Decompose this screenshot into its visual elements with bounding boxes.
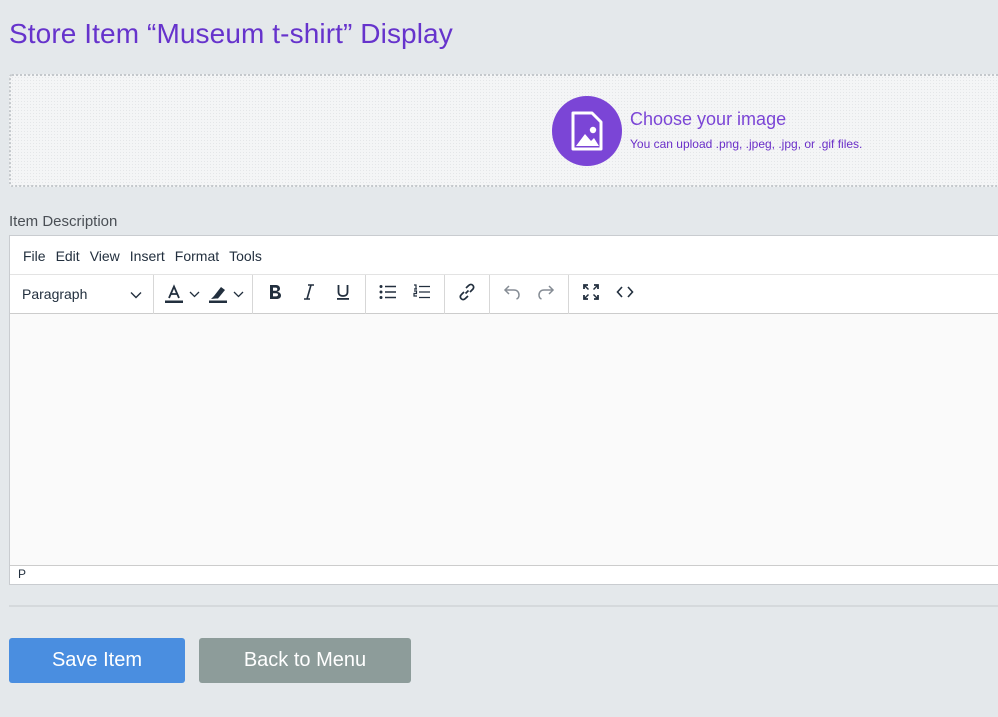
block-format-value: Paragraph xyxy=(22,286,88,302)
undo-button[interactable] xyxy=(495,279,529,309)
image-upload-dropzone[interactable]: Choose your image You can upload .png, .… xyxy=(9,74,998,187)
link-icon xyxy=(457,282,477,307)
chevron-down-icon[interactable] xyxy=(187,279,201,309)
menu-view[interactable]: View xyxy=(88,248,128,264)
save-item-button[interactable]: Save Item xyxy=(9,638,185,683)
highlight-color-icon xyxy=(205,279,231,309)
underline-button[interactable] xyxy=(326,279,360,309)
upload-hint: You can upload .png, .jpeg, .jpg, or .gi… xyxy=(630,137,863,151)
link-button[interactable] xyxy=(450,279,484,309)
element-path[interactable]: P xyxy=(18,567,26,581)
undo-icon xyxy=(503,283,521,306)
underline-icon xyxy=(335,283,351,306)
chevron-down-icon xyxy=(130,286,142,302)
upload-title[interactable]: Choose your image xyxy=(630,109,786,130)
rich-text-editor: File Edit View Insert Format Tools Parag… xyxy=(9,235,998,585)
menu-edit[interactable]: Edit xyxy=(54,248,88,264)
editor-toolbar: Paragraph xyxy=(10,274,998,314)
bold-icon xyxy=(267,283,283,306)
redo-icon xyxy=(537,283,555,306)
page-title: Store Item “Museum t-shirt” Display xyxy=(9,18,453,49)
bold-button[interactable] xyxy=(258,279,292,309)
menu-tools[interactable]: Tools xyxy=(227,248,270,264)
editor-content-area[interactable] xyxy=(10,314,998,565)
numbered-list-button[interactable] xyxy=(405,279,439,309)
editor-menubar: File Edit View Insert Format Tools xyxy=(10,236,998,275)
menu-file[interactable]: File xyxy=(13,248,54,264)
highlight-color-button[interactable] xyxy=(203,279,247,309)
fullscreen-button[interactable] xyxy=(574,279,608,309)
redo-button[interactable] xyxy=(529,279,563,309)
text-color-button[interactable] xyxy=(159,279,203,309)
italic-button[interactable] xyxy=(292,279,326,309)
fullscreen-icon xyxy=(582,283,600,306)
bullet-list-button[interactable] xyxy=(371,279,405,309)
block-format-select[interactable]: Paragraph xyxy=(15,279,148,309)
bullet-list-icon xyxy=(379,284,397,305)
italic-icon xyxy=(302,283,316,306)
section-divider xyxy=(9,605,998,607)
menu-format[interactable]: Format xyxy=(173,248,227,264)
image-file-icon[interactable] xyxy=(552,96,622,166)
item-description-label: Item Description xyxy=(9,213,118,230)
back-to-menu-button[interactable]: Back to Menu xyxy=(199,638,411,683)
source-code-button[interactable] xyxy=(608,279,642,309)
numbered-list-icon xyxy=(413,283,431,305)
menu-insert[interactable]: Insert xyxy=(128,248,173,264)
text-color-icon xyxy=(161,279,187,309)
chevron-down-icon[interactable] xyxy=(231,279,245,309)
source-code-icon xyxy=(616,285,634,304)
editor-statusbar: P xyxy=(10,565,998,583)
